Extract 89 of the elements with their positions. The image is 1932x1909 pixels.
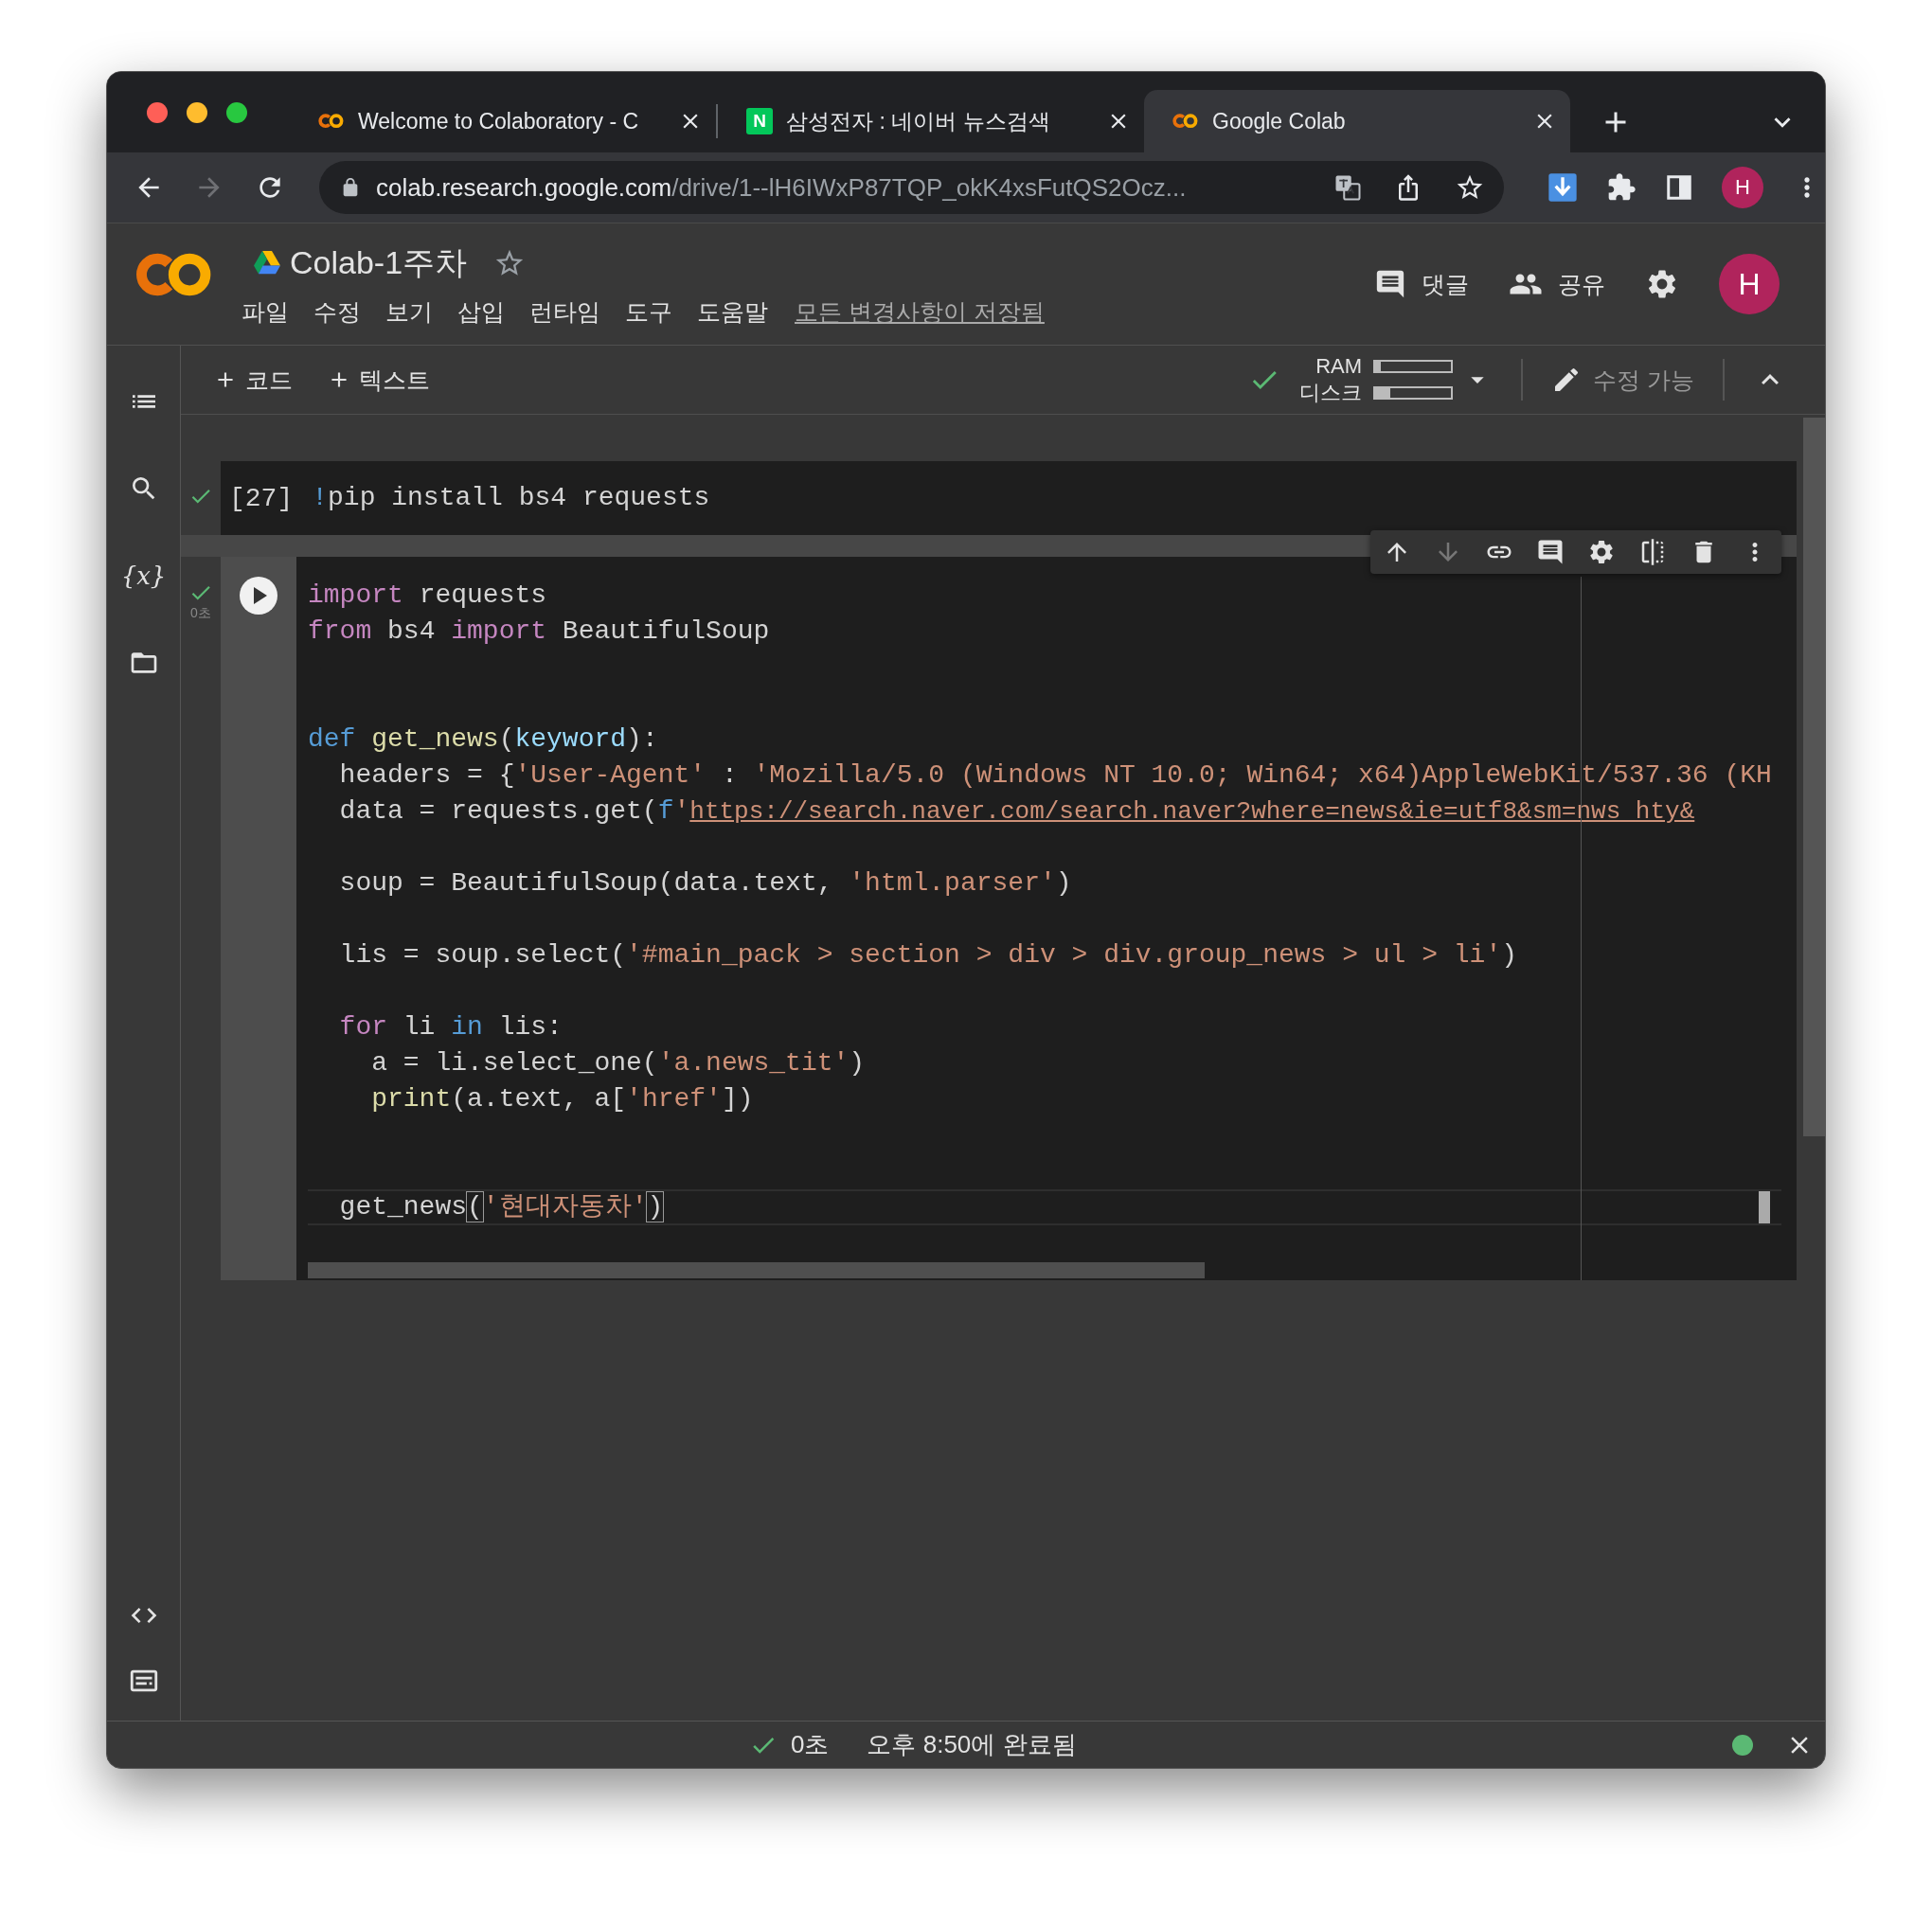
code-text: data = requests.get( <box>338 796 658 826</box>
disk-label: 디스크 <box>1299 380 1363 406</box>
url-string: https://search.naver.com/search.naver?where=news&ie=utf8&sm=nws_hty& <box>689 797 1695 826</box>
string-literal: '#main_pack > section > div > div.group_news > ul > li' <box>626 940 1502 970</box>
side-panel-icon[interactable] <box>1665 173 1693 202</box>
function-name: print <box>370 1084 452 1114</box>
comment-button[interactable]: 댓글 <box>1374 268 1469 300</box>
menu-item[interactable]: 파일 <box>242 295 289 328</box>
scrollbar[interactable] <box>308 1262 1205 1278</box>
window-close-button[interactable] <box>147 101 168 123</box>
execution-duration: 0초 <box>791 1729 830 1760</box>
code-text: lis = soup.select( <box>338 940 627 970</box>
string-literal: 'html.parser' <box>849 868 1056 898</box>
notebook-title[interactable]: Colab-1주차 <box>290 241 468 285</box>
menu-item[interactable]: 보기 <box>385 295 433 328</box>
code-text: get_news <box>338 1192 468 1222</box>
code-text: ) <box>849 1048 866 1078</box>
parameter-name: keyword <box>514 724 627 754</box>
user-avatar[interactable]: H <box>1719 254 1780 314</box>
add-code-button[interactable]: 코드 <box>213 364 293 396</box>
drive-icon <box>254 251 280 275</box>
code-text: ]) <box>721 1084 754 1114</box>
string-literal: '현대자동차' <box>482 1192 648 1222</box>
code-cell[interactable]: [27] !pip install bs4 requests <box>221 461 1797 535</box>
window-minimize-button[interactable] <box>187 101 207 123</box>
string-literal: 'a.news_tit' <box>657 1048 850 1078</box>
browser-tab[interactable]: Google Colab <box>1144 90 1570 152</box>
scrollbar[interactable] <box>1803 418 1825 1136</box>
keyword: ! <box>312 483 329 512</box>
browser-tab[interactable]: N 삼성전자 : 네이버 뉴스검색 <box>718 90 1144 152</box>
comment-icon[interactable] <box>1536 538 1565 566</box>
site-favicon: N <box>746 108 773 134</box>
string-literal: 'User-Agent' <box>514 760 707 790</box>
colab-logo-icon <box>318 113 345 130</box>
menu-item[interactable]: 수정 <box>313 295 361 328</box>
string-literal: 'href' <box>626 1084 722 1114</box>
keyword: def <box>308 724 357 754</box>
code-text: BeautifulSoup <box>561 616 770 646</box>
profile-avatar[interactable]: H <box>1722 167 1763 208</box>
run-time: 0초 <box>190 605 211 622</box>
menu-item[interactable]: 도구 <box>625 295 672 328</box>
code-text: pip install bs4 requests <box>328 483 710 512</box>
address-bar[interactable]: colab.research.google.com/drive/1--lH6IWxP87TQP_okK4xsFutQS2Ocz... <box>319 161 1504 214</box>
keyword: f <box>657 796 674 826</box>
edit-mode-button[interactable]: 수정 가능 <box>1551 364 1694 396</box>
code-text: a = li.select_one( <box>370 1048 658 1078</box>
code-text: ( <box>498 724 515 754</box>
ram-label: RAM <box>1315 353 1363 380</box>
execution-count: [27] <box>229 483 294 513</box>
text-cursor <box>1759 1191 1770 1223</box>
code-text: : <box>720 760 739 790</box>
translate-icon[interactable] <box>1333 173 1362 202</box>
function-name: get_news <box>371 724 499 754</box>
code-text: ) <box>1055 868 1072 898</box>
bracket: ( <box>467 1192 483 1222</box>
menu-item[interactable]: 도움말 <box>697 295 768 328</box>
keyword: in <box>451 1012 483 1042</box>
code-text: lis: <box>497 1012 563 1042</box>
code-text: ) <box>1501 940 1518 970</box>
share-button[interactable]: 공유 <box>1509 267 1605 301</box>
puzzle-icon[interactable] <box>1606 172 1637 203</box>
add-text-button[interactable]: 텍스트 <box>327 364 430 396</box>
save-status-link[interactable]: 모든 변경사항이 저장됨 <box>795 295 1045 328</box>
browser-tab[interactable]: Welcome to Colaboratory - C <box>290 90 716 152</box>
string-literal: 'Mozilla/5.0 (Windows NT 10.0; Win64; x64)AppleWebKit/537.36 (KH <box>753 760 1772 790</box>
code-text: (a.text, a[ <box>451 1084 627 1114</box>
variables-icon[interactable]: {x} <box>120 562 167 590</box>
keyword: import <box>451 616 547 646</box>
code-text: li <box>402 1012 437 1042</box>
keyword: import <box>308 580 403 610</box>
status-message: 오후 8:50에 완료됨 <box>867 1729 1077 1760</box>
download-icon[interactable] <box>1547 172 1578 203</box>
code-text: bs4 <box>386 616 437 646</box>
settings-icon[interactable] <box>1587 538 1616 566</box>
code-cell[interactable] <box>221 557 1797 1280</box>
window-zoom-button[interactable] <box>226 101 247 123</box>
keyword: for <box>338 1012 387 1042</box>
run-button[interactable] <box>240 577 277 615</box>
code-text: headers = { <box>338 760 515 790</box>
menu-item[interactable]: 런타임 <box>529 295 600 328</box>
code-text: requests <box>418 580 547 610</box>
code-text: ): <box>626 724 658 754</box>
colab-logo-icon <box>1172 113 1199 130</box>
resource-monitor-button[interactable]: RAM 디스크 <box>1248 353 1454 406</box>
string-literal: ' <box>673 796 690 826</box>
keyword: from <box>308 616 372 646</box>
menu-item[interactable]: 삽입 <box>457 295 505 328</box>
code-text: soup = BeautifulSoup(data.text, <box>338 868 834 898</box>
bracket: ) <box>647 1192 664 1222</box>
